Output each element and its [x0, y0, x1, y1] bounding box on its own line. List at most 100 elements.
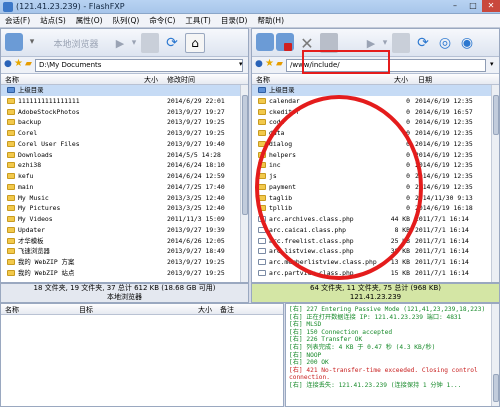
file-row[interactable]: ezhi38 2014/6/24 18:10 [1, 160, 248, 171]
file-row[interactable]: ckeditor 0 2014/6/19 16:57 [252, 107, 499, 118]
connect-icon[interactable] [5, 33, 23, 51]
dropdown-icon[interactable]: ▾ [27, 33, 37, 51]
menu-item-7[interactable]: 帮助(H) [253, 14, 290, 28]
menu-item-2[interactable]: 属性(O) [71, 14, 108, 28]
file-row[interactable]: arc.partview.class.php 15 KB 2011/7/1 16:1… [252, 268, 499, 279]
queue-col-note[interactable]: 备注 [220, 305, 234, 315]
file-row[interactable]: data 0 2014/6/19 12:35 [252, 128, 499, 139]
menu-item-4[interactable]: 命令(C) [144, 14, 180, 28]
close-button[interactable]: ✕ [482, 0, 500, 12]
menu-item-0[interactable]: 会话(F) [0, 14, 35, 28]
file-name: data [269, 129, 285, 137]
file-row[interactable]: backup 2013/9/27 19:25 [1, 117, 248, 128]
file-row[interactable]: inc 0 2014/6/19 12:35 [252, 160, 499, 171]
queue-col-name[interactable]: 名称 [5, 305, 19, 315]
file-row[interactable]: arc.listview.class.php 38 KB 2011/7/1 16:1… [252, 246, 499, 257]
file-name: 上级目录 [18, 86, 44, 94]
file-row[interactable]: payment 0 2014/6/19 12:35 [252, 182, 499, 193]
file-row[interactable]: 1111111111111111 2014/6/29 22:01 [1, 96, 248, 107]
favorites-icon[interactable]: ● [4, 59, 12, 69]
file-row[interactable]: taglib 0 2014/11/30 9:13 [252, 193, 499, 204]
file-row[interactable]: 上级目录 [252, 85, 499, 96]
file-date: 2014/6/26 12:05 [167, 236, 225, 245]
file-row[interactable]: dialog 0 2014/6/19 12:35 [252, 139, 499, 150]
file-size: 25 KB [390, 236, 410, 245]
home-icon[interactable]: ⌂ [185, 33, 205, 53]
file-row[interactable]: helpers 0 2014/6/19 12:35 [252, 150, 499, 161]
refresh-icon[interactable]: ⟳ [414, 33, 432, 53]
path-dropdown-icon[interactable]: ▾ [239, 60, 243, 68]
stop-icon[interactable] [392, 33, 410, 53]
file-row[interactable]: js 0 2014/6/19 12:35 [252, 171, 499, 182]
transfer-icon[interactable]: ▶ [364, 33, 378, 53]
file-row[interactable]: 上级目录 [1, 85, 248, 96]
folder-icon[interactable]: ▰ [276, 59, 283, 69]
queue-col-target[interactable]: 目标 [79, 305, 93, 315]
file-row[interactable]: main 2014/7/25 17:40 [1, 182, 248, 193]
file-row[interactable]: My Videos 2011/11/3 15:09 [1, 214, 248, 225]
connect-icon[interactable] [256, 33, 274, 51]
sync-icon[interactable]: ◉ [458, 33, 476, 53]
maximize-button[interactable]: □ [464, 0, 482, 12]
file-row[interactable]: calendar 0 2014/6/19 12:35 [252, 96, 499, 107]
star-icon[interactable]: ★ [265, 58, 274, 69]
local-path-input[interactable]: D:\My Documents [35, 59, 243, 72]
file-row[interactable]: kefu 2014/6/24 12:59 [1, 171, 248, 182]
dropdown-icon-3[interactable]: ▾ [380, 33, 390, 53]
log-scrollbar[interactable] [491, 304, 499, 406]
file-row[interactable]: My Music 2013/3/25 12:40 [1, 193, 248, 204]
queue-col-size[interactable]: 大小 [198, 305, 212, 315]
file-size: 0 [406, 204, 410, 213]
file-row[interactable]: 才华模板 2014/6/26 12:05 [1, 236, 248, 247]
minimize-button[interactable]: – [446, 0, 464, 12]
col-name[interactable]: 名称 [5, 75, 19, 85]
log-line: [右] 200 OK [289, 359, 329, 367]
path-dropdown-icon[interactable]: ▾ [490, 60, 494, 68]
col-date[interactable]: 修改时间 [167, 75, 195, 85]
file-row[interactable]: Corel User Files 2013/9/27 19:40 [1, 139, 248, 150]
folder-icon [7, 269, 15, 276]
menu-item-6[interactable]: 目录(D) [216, 14, 253, 28]
file-name: code [269, 118, 285, 127]
file-name: 1111111111111111 [18, 96, 80, 105]
transfer-icon[interactable]: ▶ [113, 33, 127, 53]
col-size[interactable]: 大小 [394, 75, 408, 85]
abort-icon[interactable]: ✕ [298, 33, 316, 53]
file-name: 飞速浏览器 [18, 247, 50, 256]
dropdown-icon-2[interactable]: ▾ [129, 33, 139, 53]
col-size[interactable]: 大小 [144, 75, 158, 85]
stop-icon[interactable] [141, 33, 159, 53]
col-name[interactable]: 名称 [256, 75, 270, 85]
file-row[interactable]: arc.freelist.class.php 25 KB 2011/7/1 16:1… [252, 236, 499, 247]
remote-scrollbar[interactable] [491, 85, 499, 282]
file-row[interactable]: Updater 2013/9/27 19:39 [1, 225, 248, 236]
file-row[interactable]: 飞速浏览器 2013/9/27 18:49 [1, 246, 248, 257]
refresh-icon[interactable]: ⟳ [163, 33, 181, 53]
file-date: 2011/7/1 16:14 [415, 258, 469, 266]
file-date: 2013/9/27 19:25 [167, 129, 225, 137]
local-scrollbar[interactable] [240, 85, 248, 282]
file-row[interactable]: tpllib 0 2014/6/19 16:18 [252, 203, 499, 214]
file-row[interactable]: Downloads 2014/5/5 14:28 [1, 150, 248, 161]
folder-icon[interactable]: ▰ [25, 59, 32, 69]
star-icon[interactable]: ★ [14, 58, 23, 69]
menu-item-3[interactable]: 队列(Q) [108, 14, 145, 28]
file-date: 2013/3/25 12:40 [167, 204, 225, 213]
file-row[interactable]: My Pictures 2013/3/25 12:40 [1, 203, 248, 214]
favorites-icon[interactable]: ● [255, 59, 263, 69]
file-date: 2014/6/19 12:35 [415, 129, 473, 137]
view-icon[interactable] [320, 33, 338, 53]
file-row[interactable]: AdobeStockPhotos 2013/9/27 19:27 [1, 107, 248, 118]
file-row[interactable]: Corel 2013/9/27 19:25 [1, 128, 248, 139]
menu-item-5[interactable]: 工具(T) [180, 14, 215, 28]
file-row[interactable]: 我的 WebZIP 方案 2013/9/27 19:25 [1, 257, 248, 268]
remote-path-input[interactable]: /www/include/ [286, 59, 486, 72]
file-row[interactable]: 我的 WebZIP 站点 2013/9/27 19:25 [1, 268, 248, 279]
col-date[interactable]: 日期 [418, 75, 432, 85]
menu-item-1[interactable]: 站点(S) [35, 14, 71, 28]
file-row[interactable]: code 0 2014/6/19 12:35 [252, 117, 499, 128]
globe-icon[interactable]: ◎ [436, 33, 454, 53]
file-row[interactable]: arc.archives.class.php 44 KB 2011/7/1 16:1… [252, 214, 499, 225]
file-row[interactable]: arc.caicai.class.php 8 KB 2011/7/1 16:14 [252, 225, 499, 236]
file-row[interactable]: arc.memberlistview.class.php 13 KB 2011/7/… [252, 257, 499, 268]
